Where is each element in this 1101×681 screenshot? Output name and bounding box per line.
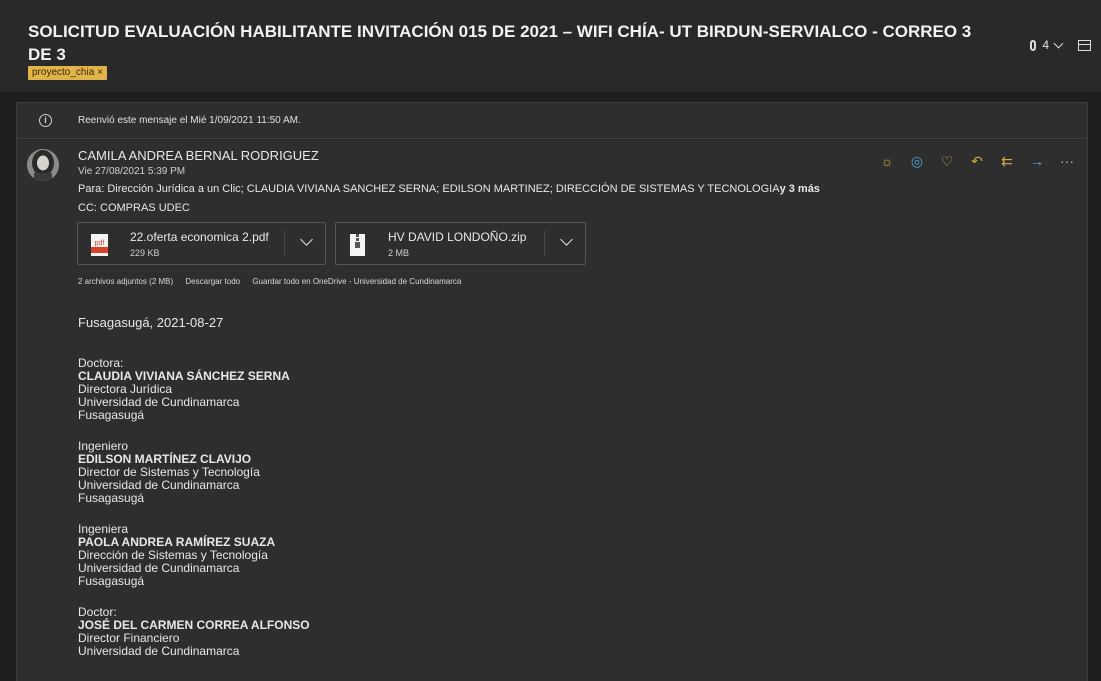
reading-pane-icon[interactable] bbox=[1078, 39, 1091, 51]
addressee-block: Ingeniero EDILSON MARTÍNEZ CLAVIJO Direc… bbox=[78, 440, 978, 505]
message-card: i Reenvió este mensaje el Mié 1/09/2021 … bbox=[16, 102, 1088, 681]
attachment-pdf[interactable]: pdf 22.oferta economica 2.pdf 229 KB bbox=[77, 222, 326, 265]
addressee-org: Universidad de Cundinamarca bbox=[78, 644, 240, 658]
cc-line: CC: COMPRAS UDEC bbox=[78, 202, 190, 214]
category-tag-label: proyecto_chia bbox=[32, 67, 95, 78]
forward-icon[interactable]: → bbox=[1029, 153, 1045, 170]
sender-name[interactable]: CAMILA ANDREA BERNAL RODRIGUEZ bbox=[78, 148, 319, 163]
like-icon[interactable]: ♡ bbox=[939, 153, 955, 170]
pdf-icon: pdf bbox=[91, 234, 108, 256]
message-header: SOLICITUD EVALUACIÓN HABILITANTE INVITAC… bbox=[0, 0, 1101, 92]
chevron-down-icon[interactable] bbox=[560, 233, 573, 246]
pdf-icon-label: pdf bbox=[95, 240, 105, 247]
reply-all-icon[interactable]: ⇇ bbox=[999, 153, 1015, 170]
paperclip-icon bbox=[1030, 39, 1037, 51]
divider bbox=[544, 231, 545, 256]
addressee-city: Fusagasugá bbox=[78, 491, 145, 505]
message-body: Fusagasugá, 2021-08-27 Doctora: CLAUDIA … bbox=[78, 316, 978, 676]
attachment-summary: 2 archivos adjuntos (2 MB) bbox=[78, 277, 174, 286]
to-label: Para: bbox=[78, 183, 105, 195]
addressee-name: JOSÉ DEL CARMEN CORREA ALFONSO bbox=[78, 618, 310, 632]
sent-date: Vie 27/08/2021 5:39 PM bbox=[78, 166, 186, 177]
to-recipients[interactable]: Dirección Jurídica a un Clic; CLAUDIA VI… bbox=[107, 183, 779, 195]
attachment-size: 2 MB bbox=[388, 248, 410, 258]
info-icon: i bbox=[39, 114, 52, 127]
save-onedrive-link[interactable]: Guardar todo en OneDrive - Universidad d… bbox=[252, 277, 461, 286]
message-actions: ☼ ◎ ♡ ↶ ⇇ → ··· bbox=[879, 153, 1075, 170]
addressee-block: Doctora: CLAUDIA VIVIANA SÁNCHEZ SERNA D… bbox=[78, 357, 978, 422]
loop-icon[interactable]: ◎ bbox=[909, 153, 925, 170]
more-icon[interactable]: ··· bbox=[1059, 153, 1075, 170]
to-line: Para: Dirección Jurídica a un Clic; CLAU… bbox=[78, 183, 820, 195]
chevron-down-icon[interactable] bbox=[1053, 38, 1064, 48]
reply-icon[interactable]: ↶ bbox=[969, 153, 985, 170]
addressee-block: Doctor: JOSÉ DEL CARMEN CORREA ALFONSO D… bbox=[78, 606, 978, 658]
forward-notice: i Reenvió este mensaje el Mié 1/09/2021 … bbox=[17, 103, 1087, 139]
addressee-name: CLAUDIA VIVIANA SÁNCHEZ SERNA bbox=[78, 369, 290, 383]
addressee-org: Universidad de Cundinamarca bbox=[78, 561, 240, 575]
avatar-photo-icon bbox=[27, 149, 59, 181]
category-tag[interactable]: proyecto_chia × bbox=[28, 66, 108, 80]
addressee-city: Fusagasugá bbox=[78, 408, 145, 422]
chevron-down-icon[interactable] bbox=[300, 233, 313, 246]
place-date: Fusagasugá, 2021-08-27 bbox=[78, 315, 224, 330]
attachment-zip[interactable]: HV DAVID LONDOÑO.zip 2 MB bbox=[335, 222, 586, 265]
header-controls: 4 bbox=[1030, 38, 1091, 52]
attachment-count: 4 bbox=[1042, 38, 1049, 52]
forward-notice-text: Reenvió este mensaje el Mié 1/09/2021 11… bbox=[78, 115, 301, 126]
attachment-bar: 2 archivos adjuntos (2 MB) Descargar tod… bbox=[78, 277, 471, 286]
attachment-name: 22.oferta economica 2.pdf bbox=[130, 230, 269, 244]
remove-tag-icon[interactable]: × bbox=[97, 67, 103, 78]
more-recipients-link[interactable]: y 3 más bbox=[780, 183, 820, 195]
message-subject: SOLICITUD EVALUACIÓN HABILITANTE INVITAC… bbox=[28, 22, 972, 64]
avatar[interactable] bbox=[27, 149, 59, 181]
divider bbox=[284, 231, 285, 256]
zip-icon bbox=[350, 234, 365, 256]
attachment-size: 229 KB bbox=[130, 248, 160, 258]
download-all-link[interactable]: Descargar todo bbox=[185, 277, 240, 286]
addressee-org: Universidad de Cundinamarca bbox=[78, 395, 240, 409]
addressee-org: Universidad de Cundinamarca bbox=[78, 478, 240, 492]
cc-label: CC: bbox=[78, 202, 97, 214]
addressee-block: Ingeniera PAOLA ANDREA RAMÍREZ SUAZA Dir… bbox=[78, 523, 978, 588]
attachment-name: HV DAVID LONDOÑO.zip bbox=[388, 230, 527, 244]
sun-icon[interactable]: ☼ bbox=[879, 153, 895, 170]
addressee-city: Fusagasugá bbox=[78, 574, 145, 588]
cc-recipients[interactable]: COMPRAS UDEC bbox=[100, 202, 190, 214]
